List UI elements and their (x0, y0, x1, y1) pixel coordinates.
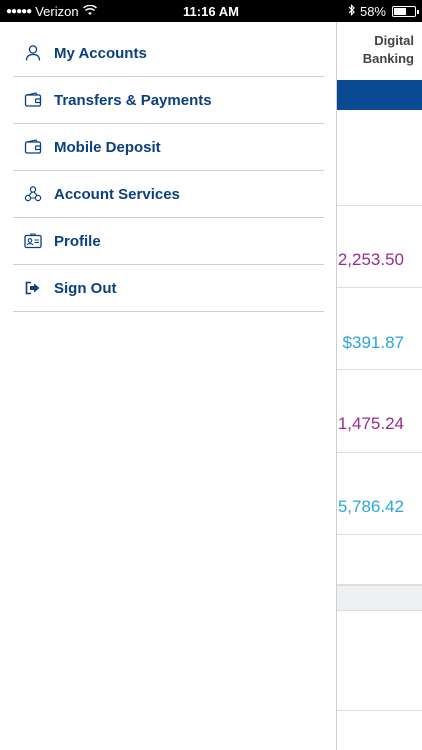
menu-item-transfers-payments[interactable]: Transfers & Payments (13, 77, 324, 124)
id-card-icon (24, 232, 42, 250)
signal-strength-icon: ●●●●● (6, 5, 32, 17)
wallet-icon (24, 138, 42, 156)
account-amount: 1,475.24 (337, 414, 404, 433)
menu-item-mobile-deposit[interactable]: Mobile Deposit (13, 124, 324, 171)
menu-item-label: Sign Out (54, 279, 117, 297)
battery-icon (392, 5, 419, 17)
menu-item-account-services[interactable]: Account Services (13, 171, 324, 218)
account-amount: 5,786.42 (337, 497, 404, 516)
menu-item-my-accounts[interactable]: My Accounts (13, 30, 324, 77)
menu-item-label: Mobile Deposit (54, 138, 161, 156)
battery-percent: 58% (359, 3, 386, 19)
sign-out-icon (24, 279, 42, 297)
bluetooth-icon (348, 3, 356, 19)
wallet-icon (24, 91, 42, 109)
carrier-name: Verizon (35, 3, 79, 19)
menu-item-sign-out[interactable]: Sign Out (13, 265, 324, 312)
side-drawer: My Accounts Transfers & Payments Mobile … (0, 22, 337, 750)
menu-item-label: Profile (54, 232, 101, 250)
services-icon (24, 185, 42, 203)
menu-item-label: Account Services (54, 185, 180, 203)
menu-item-label: My Accounts (54, 44, 147, 62)
app-header-title: Digital Banking (362, 33, 414, 66)
account-amount: $391.87 (342, 333, 404, 352)
account-amount: 2,253.50 (337, 250, 404, 269)
wifi-icon (82, 4, 97, 19)
menu-item-label: Transfers & Payments (54, 91, 212, 109)
status-bar: ●●●●● Verizon 11:16 AM 58% (0, 0, 422, 22)
drawer-menu: My Accounts Transfers & Payments Mobile … (13, 30, 324, 312)
user-icon (24, 44, 42, 62)
menu-item-profile[interactable]: Profile (13, 218, 324, 265)
